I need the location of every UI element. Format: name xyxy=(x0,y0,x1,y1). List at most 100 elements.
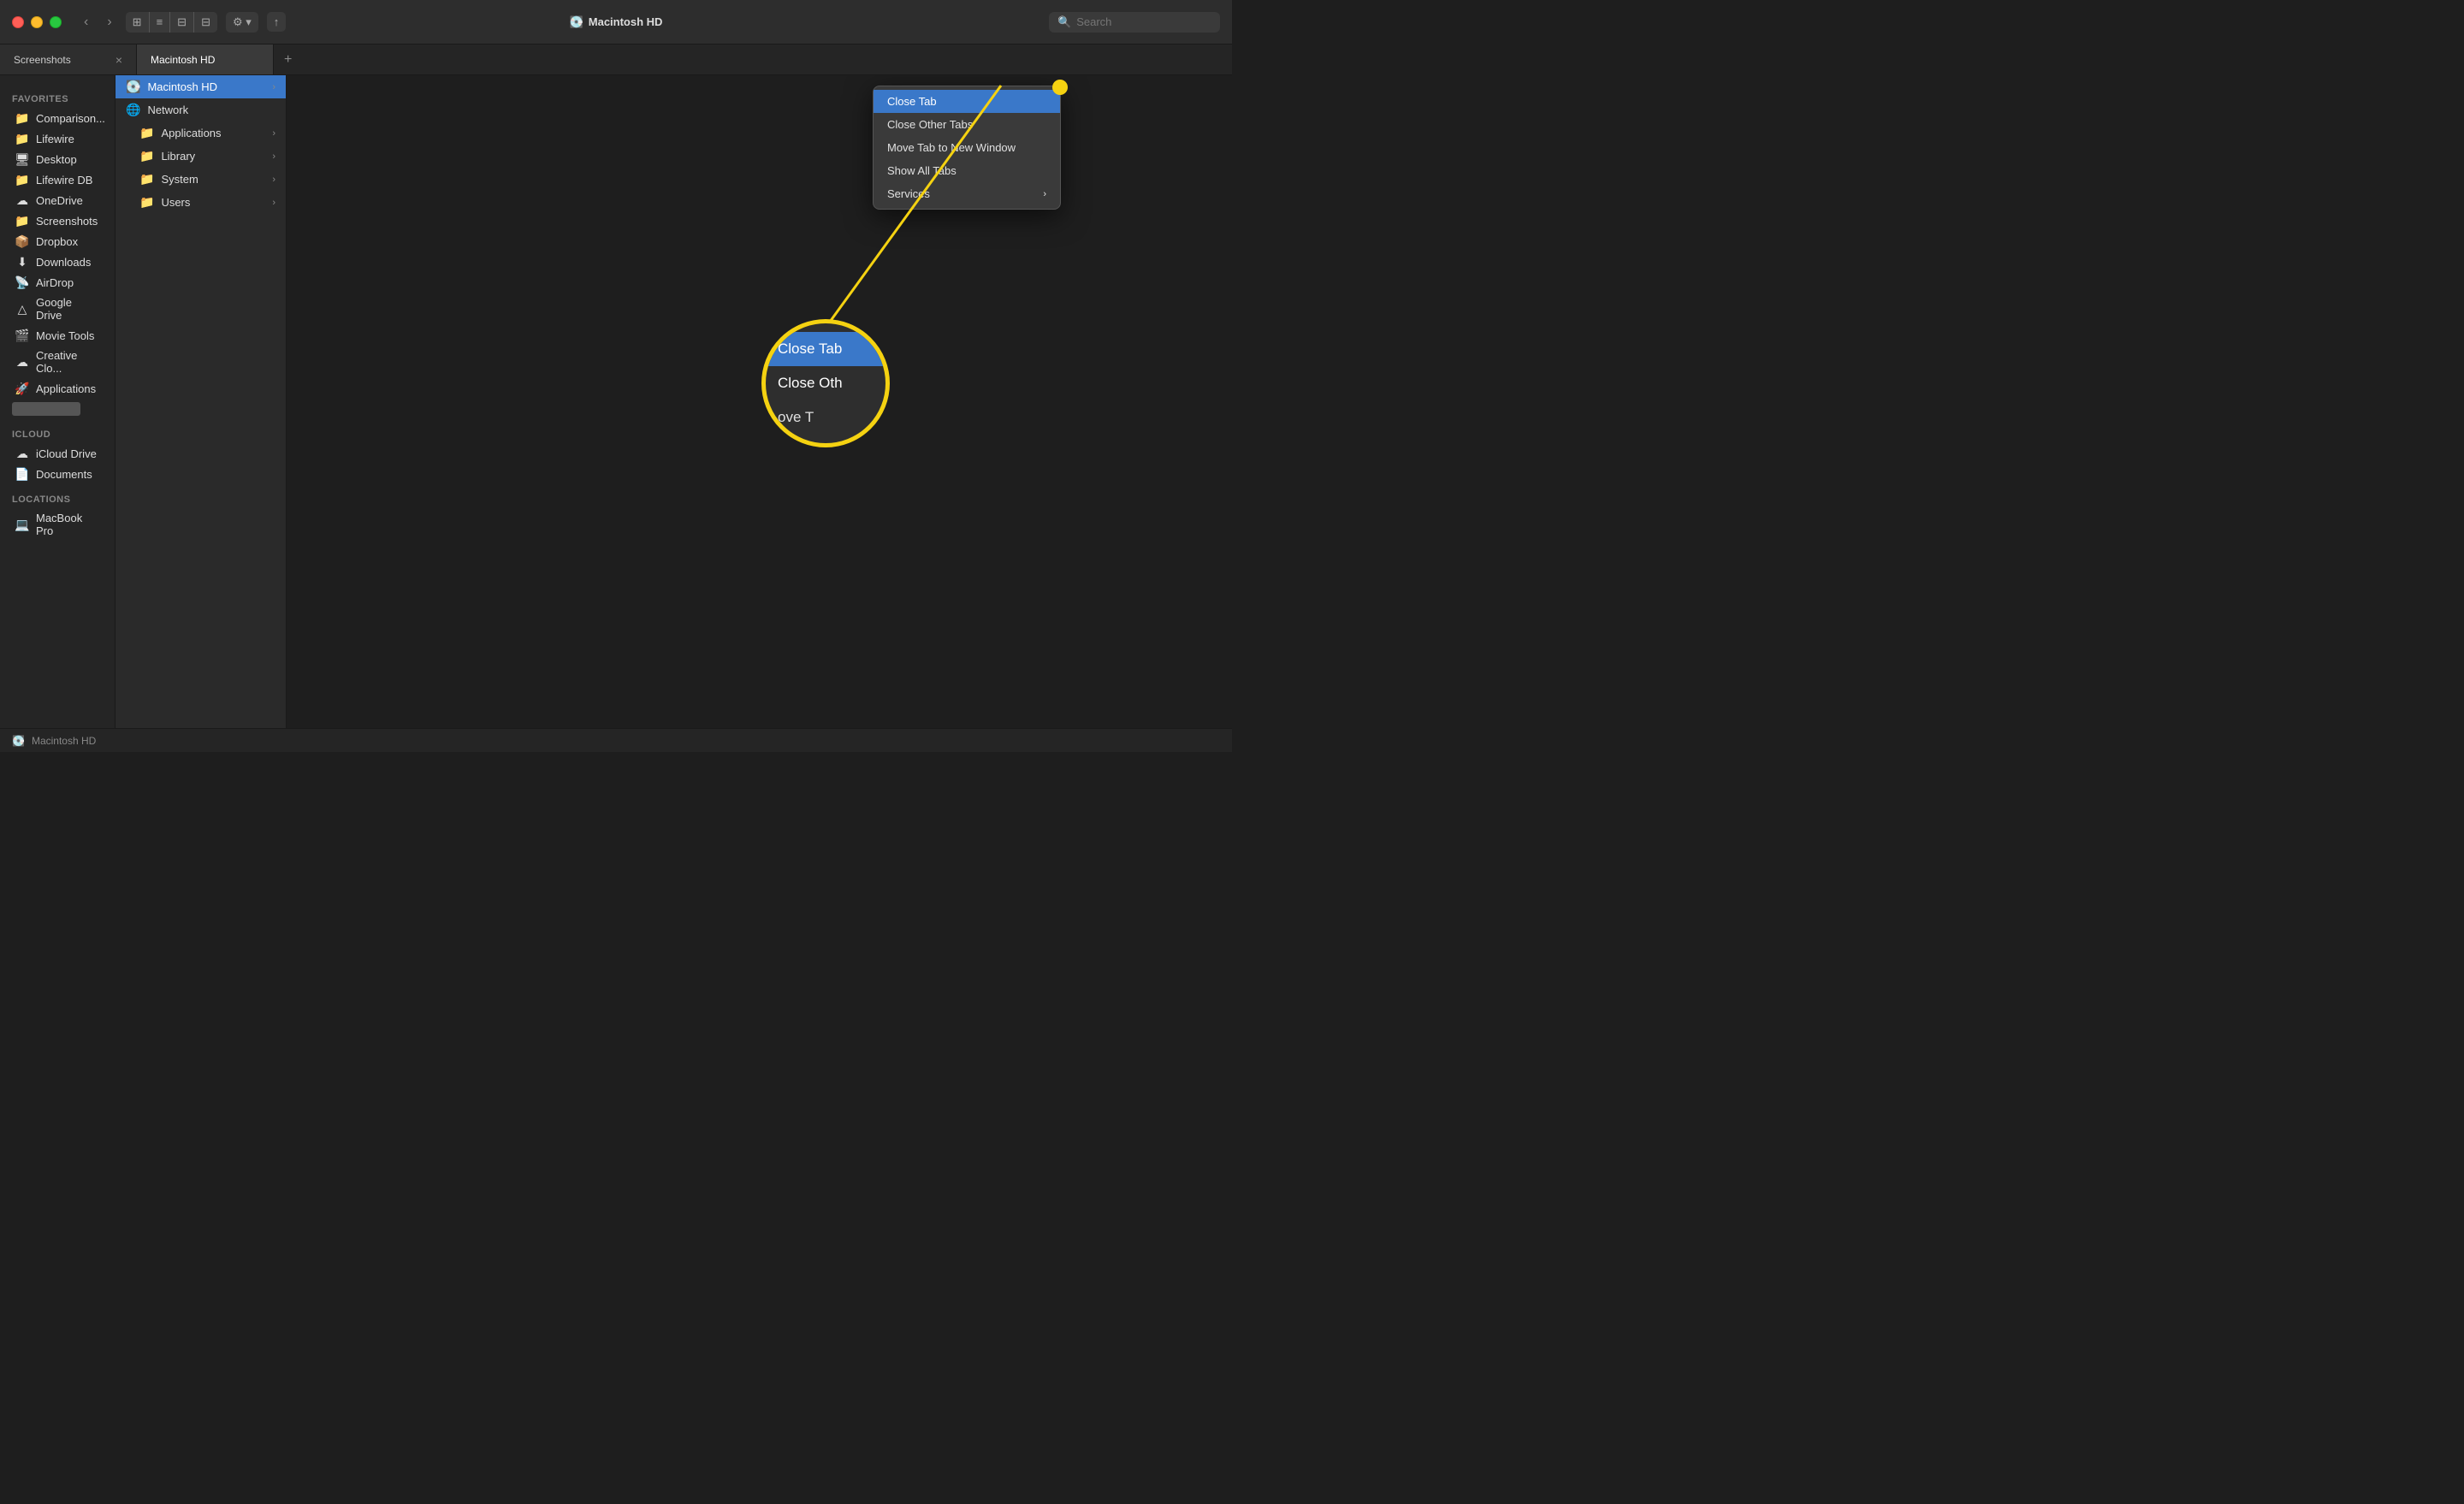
zoom-item-close-oth: Close Oth xyxy=(766,366,886,400)
sidebar-item-label: Applications xyxy=(36,382,96,395)
context-menu-move-tab[interactable]: Move Tab to New Window xyxy=(874,136,1060,159)
file-item-system[interactable]: 📁 System › xyxy=(129,168,286,191)
documents-icon: 📄 xyxy=(15,467,29,481)
creative-cloud-icon: ☁ xyxy=(15,355,29,369)
sidebar-item-label: Documents xyxy=(36,468,92,481)
sidebar-item-lifewire-db[interactable]: 📁 Lifewire DB xyxy=(3,169,111,190)
context-menu-close-tab[interactable]: Close Tab xyxy=(874,90,1060,113)
sidebar-item-lifewire[interactable]: 📁 Lifewire xyxy=(3,128,111,149)
sidebar-item-google-drive[interactable]: △ Google Drive xyxy=(3,293,111,325)
sidebar-item-screenshots[interactable]: 📁 Screenshots xyxy=(3,210,111,231)
tab-screenshots[interactable]: Screenshots × xyxy=(0,44,137,74)
context-menu: Close Tab Close Other Tabs Move Tab to N… xyxy=(873,86,1061,210)
applications-icon: 🚀 xyxy=(15,382,29,395)
search-bar[interactable]: 🔍 xyxy=(1049,12,1220,33)
folder-icon: 📁 xyxy=(139,172,154,187)
sidebar-item-onedrive[interactable]: ☁ OneDrive xyxy=(3,190,111,210)
zoom-item-close-tab: Close Tab xyxy=(766,332,886,366)
icon-view-button[interactable]: ⊞ xyxy=(126,12,150,33)
file-item-macintosh-hd[interactable]: 💽 Macintosh HD › xyxy=(116,75,286,98)
blurred-sidebar-item xyxy=(12,402,80,416)
sidebar-item-desktop[interactable]: 🖥 Desktop xyxy=(3,149,111,169)
chevron-right-icon: › xyxy=(272,175,275,185)
share-button[interactable]: ↑ xyxy=(267,12,287,32)
sidebar-item-label: Lifewire xyxy=(36,133,74,145)
sidebar-item-label: Screenshots xyxy=(36,215,98,228)
pointer-dot xyxy=(1052,80,1068,95)
file-item-applications[interactable]: 📁 Applications › xyxy=(129,121,286,145)
chevron-right-icon: › xyxy=(272,128,275,139)
sidebar-item-label: AirDrop xyxy=(36,276,74,289)
sidebar-item-label: Desktop xyxy=(36,153,77,166)
close-button[interactable] xyxy=(12,16,24,28)
dropbox-icon: 📦 xyxy=(15,234,29,248)
google-drive-icon: △ xyxy=(15,302,29,316)
file-item-label: Macintosh HD xyxy=(147,80,217,93)
icloud-icon: ☁ xyxy=(15,447,29,460)
hdd-icon: 💽 xyxy=(126,80,140,94)
chevron-right-icon: › xyxy=(272,82,275,92)
tab-bar: Screenshots × Macintosh HD + xyxy=(0,44,1232,75)
sidebar-item-comparison[interactable]: 📁 Comparison... xyxy=(3,108,111,128)
sidebar-item-label: Downloads xyxy=(36,256,91,269)
desktop-icon: 🖥 xyxy=(15,152,29,166)
main-content: Favorites 📁 Comparison... 📁 Lifewire 🖥 D… xyxy=(0,75,1232,728)
maximize-button[interactable] xyxy=(50,16,62,28)
sidebar-item-documents[interactable]: 📄 Documents xyxy=(3,464,111,484)
gallery-view-button[interactable]: ⊟ xyxy=(194,12,217,33)
sub-items-container: 📁 Applications › 📁 Library › 📁 System › … xyxy=(116,121,286,214)
tab-macintosh-hd[interactable]: Macintosh HD xyxy=(137,44,274,74)
cloud-icon: ☁ xyxy=(15,193,29,207)
file-item-network[interactable]: 🌐 Network xyxy=(116,98,286,121)
sidebar-item-label: OneDrive xyxy=(36,194,83,207)
list-view-button[interactable]: ≡ xyxy=(150,12,171,33)
content-area: Close Tab Close Other Tabs Move Tab to N… xyxy=(287,75,1232,728)
chevron-right-icon: › xyxy=(1043,189,1046,199)
sidebar-item-label: Comparison... xyxy=(36,112,105,125)
context-menu-services[interactable]: Services › xyxy=(874,182,1060,205)
tab-add-button[interactable]: + xyxy=(274,44,302,74)
file-item-label: Applications xyxy=(161,127,221,139)
search-input[interactable] xyxy=(1076,15,1211,28)
sidebar-item-dropbox[interactable]: 📦 Dropbox xyxy=(3,231,111,252)
folder-icon: 📁 xyxy=(139,126,154,140)
window-title: 💽 Macintosh HD xyxy=(570,15,663,29)
minimize-button[interactable] xyxy=(31,16,43,28)
folder-icon: 📁 xyxy=(139,149,154,163)
sidebar-item-airdrop[interactable]: 📡 AirDrop xyxy=(3,272,111,293)
sidebar-item-icloud-drive[interactable]: ☁ iCloud Drive xyxy=(3,443,111,464)
tab-screenshots-close[interactable]: × xyxy=(116,53,122,67)
airdrop-icon: 📡 xyxy=(15,275,29,289)
sidebar-item-downloads[interactable]: ⬇ Downloads xyxy=(3,252,111,272)
zoom-item-move-t: ove T xyxy=(766,400,886,435)
file-item-label: Users xyxy=(161,196,190,209)
toolbar: ‹ › ⊞ ≡ ⊟ ⊟ ⚙ ▾ ↑ xyxy=(62,11,286,33)
context-menu-close-other-tabs[interactable]: Close Other Tabs xyxy=(874,113,1060,136)
sidebar-item-label: Google Drive xyxy=(36,296,99,322)
window-controls xyxy=(0,16,62,28)
sidebar-item-creative-cloud[interactable]: ☁ Creative Clo... xyxy=(3,346,111,378)
column-view-button[interactable]: ⊟ xyxy=(170,12,194,33)
zoom-content: Close Tab Close Oth ove T xyxy=(766,332,886,435)
folder-icon: 📁 xyxy=(15,111,29,125)
view-buttons: ⊞ ≡ ⊟ ⊟ xyxy=(126,12,217,33)
folder-icon: 📁 xyxy=(15,214,29,228)
back-button[interactable]: ‹ xyxy=(79,11,93,33)
chevron-right-icon: › xyxy=(272,198,275,208)
sidebar-item-movie-tools[interactable]: 🎬 Movie Tools xyxy=(3,325,111,346)
folder-icon: 📁 xyxy=(15,132,29,145)
sidebar-item-label: Lifewire DB xyxy=(36,174,92,187)
context-menu-show-all-tabs[interactable]: Show All Tabs xyxy=(874,159,1060,182)
zoom-magnifier: Close Tab Close Oth ove T xyxy=(761,319,890,447)
file-item-users[interactable]: 📁 Users › xyxy=(129,191,286,214)
movie-icon: 🎬 xyxy=(15,329,29,342)
network-icon: 🌐 xyxy=(126,103,140,117)
forward-button[interactable]: › xyxy=(102,11,116,33)
file-item-library[interactable]: 📁 Library › xyxy=(129,145,286,168)
sidebar-item-label: iCloud Drive xyxy=(36,447,97,460)
sidebar-item-macbook-pro[interactable]: 💻 MacBook Pro xyxy=(3,508,111,541)
action-button[interactable]: ⚙ ▾ xyxy=(226,12,258,33)
sidebar-section-icloud: iCloud xyxy=(0,419,115,443)
sidebar-item-applications[interactable]: 🚀 Applications xyxy=(3,378,111,399)
pointer-line xyxy=(287,75,1232,728)
